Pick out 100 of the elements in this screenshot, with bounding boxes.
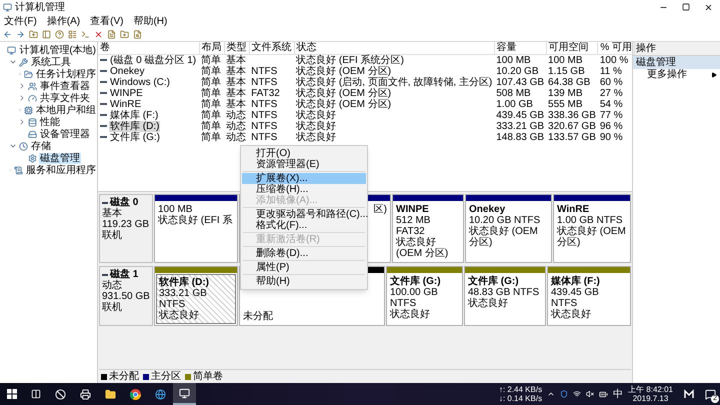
menu-item[interactable]: 帮助(H) [133,16,168,26]
maximize-icon[interactable] [682,2,690,10]
folder-plus-icon[interactable] [120,30,129,39]
folder-up-icon[interactable] [29,30,38,39]
column-header[interactable]: 可用空间 [546,42,598,54]
menu-item[interactable]: 更改驱动器号和路径(C)... [242,209,366,220]
input-method[interactable]: 中 [613,388,624,400]
partition-block[interactable]: 文件库 (G:) 100.00 GB NTFS 状态良好 [386,266,463,326]
menu-item[interactable]: 删除卷(D)... [242,248,366,259]
upload-speed: ↑: 2.44 KB/s [498,385,542,394]
table-cell[interactable]: 文件库 (G:) [109,132,161,142]
clock-time[interactable]: 上午 8:42:01 [628,385,673,394]
help-icon[interactable] [55,30,64,39]
table-cell[interactable]: WINPE [109,88,144,98]
table-cell[interactable]: WinRE [109,98,142,110]
menu-item[interactable]: 打开(O) [242,148,366,159]
table-cell: 11 % [600,66,622,76]
partition-block[interactable]: 软件库 (D:) 333.21 GB NTFS 状态良好 [154,266,238,326]
battery-icon[interactable] [599,390,608,398]
table-cell[interactable]: 媒体库 (F:) [109,110,160,120]
menu-item[interactable]: 帮助(H) [242,276,366,287]
partition-block[interactable]: WINPE 512 MB FAT32 状态良好 (OEM 分区) [392,194,464,263]
table-cell[interactable]: 软件库 (D:) [109,120,160,132]
back-icon[interactable] [3,30,12,39]
shield-icon[interactable] [560,390,568,398]
partition-block[interactable]: 媒体库 (F:) 439.45 GB NTFS 状态良好 [547,266,631,326]
partition-name: 文件库 (G:) [468,276,520,287]
arrow-right-icon[interactable] [711,72,717,78]
partition-block[interactable]: WinRE 1.00 GB NTFS 状态良好 (OEM 分区) [553,194,631,263]
menu-item[interactable]: 格式化(F)... [242,220,366,231]
table-cell: 1.15 GB [548,66,585,76]
column-header[interactable]: 文件系统 [249,42,294,54]
menu-item[interactable]: 文件(F) [4,16,37,26]
muted-speaker-icon[interactable] [586,390,594,398]
tree-item[interactable]: 共享文件夹 [39,92,91,104]
active-taskbar-button[interactable] [173,383,196,405]
globe-icon[interactable] [155,388,166,400]
column-header[interactable]: 卷 [98,42,200,54]
table-cell: 64.38 GB [548,76,590,88]
tree-item[interactable]: 计算机管理(本地) [18,44,97,56]
notification-icon[interactable] [705,388,716,400]
partition-block[interactable]: 文件库 (G:) 48.83 GB NTFS 状态良好 [464,266,546,326]
chevron-right-icon[interactable] [18,94,26,102]
disk-label-panel[interactable]: 磁盘 0 基本 119.23 GB 联机 [99,194,153,263]
table-cell[interactable]: (磁盘 0 磁盘分区 1) [109,54,198,66]
column-header[interactable]: 容量 [494,42,546,54]
section-header[interactable]: 磁盘管理 [633,56,720,69]
printer-icon[interactable] [80,388,91,400]
search-document-icon[interactable] [133,30,142,39]
column-header[interactable]: 状态 [294,42,494,54]
table-cell[interactable]: Onekey [109,66,146,76]
tree-item[interactable]: 磁盘管理 [39,152,81,164]
chevron-up-icon[interactable] [547,390,556,398]
terminal-icon[interactable] [81,30,90,39]
table-cell: 10.20 GB [496,66,538,76]
browser-icon[interactable] [130,388,141,400]
tree-item[interactable]: 任务计划程序 [35,68,97,80]
tree-item[interactable]: 服务和应用程序 [25,164,97,176]
task-view-icon[interactable] [31,389,41,399]
clock-date[interactable]: 2019.7.13 [632,394,668,403]
menu-item[interactable]: 扩展卷(X)... [242,173,366,184]
menu-item[interactable]: 资源管理器(E) [242,159,366,170]
action-link[interactable]: 更多操作 [647,69,687,80]
table-cell: 状态良好 [296,120,336,132]
folder-icon[interactable] [105,388,116,400]
menu-item[interactable]: 查看(V) [90,16,124,26]
chevron-down-icon[interactable] [9,142,17,150]
column-header[interactable]: 类型 [224,42,250,54]
users-icon [28,82,37,90]
table-cell: 基本 [226,54,246,66]
tree-item[interactable]: 设备管理器 [39,128,91,140]
partition-block[interactable]: Onekey 10.20 GB NTFS 状态良好 (OEM 分区) [465,194,552,263]
monitor-icon [7,46,16,54]
blocked-icon[interactable] [55,388,66,400]
table-cell: 动态 [226,120,246,132]
partition-info: 状态良好 (OEM 分区) [396,237,450,259]
table-cell[interactable]: Windows (C:) [109,76,172,88]
menu-item[interactable]: 属性(P) [242,262,366,273]
partition-info: 100.00 GB NTFS [390,287,439,309]
partition-block[interactable]: 100 MB 状态良好 (EFI 系 [154,194,238,263]
menu-item[interactable]: 压缩卷(H)... [242,184,366,195]
tree-item[interactable]: 系统工具 [30,56,72,68]
forward-icon[interactable] [16,30,25,39]
chevron-right-icon[interactable] [18,82,26,90]
column-header[interactable]: 布局 [199,42,224,54]
panel-icon[interactable] [42,30,51,39]
disk-label-panel[interactable]: 磁盘 1 动态 931.50 GB 联机 [99,266,153,326]
wifi-icon[interactable] [573,390,582,398]
windows-logo-icon[interactable] [7,389,17,399]
chevron-right-icon[interactable] [18,118,26,126]
tree-item[interactable]: 性能 [39,116,61,128]
tree-item[interactable]: 事件查看器 [39,80,91,92]
menu-item[interactable]: 操作(A) [46,16,80,26]
tree-item[interactable]: 本地用户和组 [35,104,97,116]
chevron-down-icon[interactable] [9,58,17,66]
table-cell: 状态良好 (EFI 系统分区) [296,54,404,66]
document-icon[interactable] [107,30,116,39]
close-icon[interactable] [704,2,713,12]
list-icon[interactable] [68,30,77,39]
tree-item[interactable]: 存储 [30,140,52,152]
